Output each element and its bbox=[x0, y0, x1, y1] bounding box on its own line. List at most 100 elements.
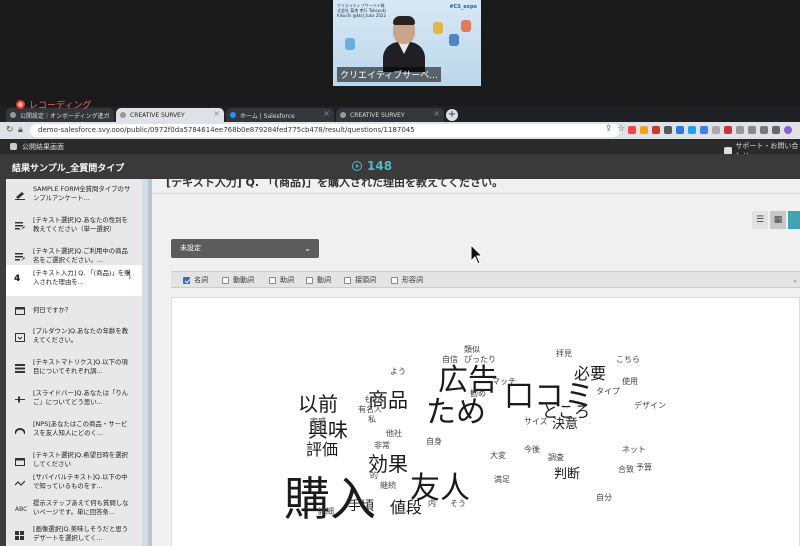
cloud-word: サイズ bbox=[524, 417, 548, 426]
video-hashtag: #CS_expo bbox=[449, 4, 477, 10]
close-tab-icon[interactable]: × bbox=[433, 109, 440, 118]
cloud-word: 今後 bbox=[524, 445, 540, 454]
sidebar-item-label: SAMPLE FORM全質問タイプのサンプルアンケート... bbox=[33, 185, 131, 202]
cloud-word: ため bbox=[426, 395, 486, 430]
checkbox[interactable] bbox=[391, 276, 398, 284]
cloud-word: 継続 bbox=[380, 481, 396, 490]
sidebar-item-label: [スライドバー]Q.あなたは「りんご」についてどう思い... bbox=[33, 389, 129, 406]
cloud-word: 非常 bbox=[374, 441, 390, 450]
sidebar-item[interactable]: [スライドバー]Q.あなたは「りんご」についてどう思い... bbox=[6, 385, 142, 416]
more-view-button[interactable] bbox=[788, 211, 800, 229]
speaker-name: クリエイティブサーベ... bbox=[337, 67, 441, 82]
cloud-word: 類似 bbox=[464, 345, 480, 354]
extension-icon[interactable] bbox=[724, 126, 732, 134]
extension-icon[interactable] bbox=[748, 126, 756, 134]
list-view-icon[interactable]: ☰ bbox=[752, 211, 768, 229]
extension-icon[interactable] bbox=[628, 126, 636, 134]
tab-label: CREATIVE SURVEY bbox=[350, 111, 405, 119]
cloud-word: 満足 bbox=[494, 475, 510, 484]
tab-label: ホーム | Salesforce bbox=[240, 112, 295, 120]
url-field[interactable]: demo-salesforce.svy.ooo/public/0972f0da5… bbox=[30, 124, 620, 137]
browser-tab[interactable]: CREATIVE SURVEY × bbox=[336, 108, 444, 122]
extension-icon[interactable] bbox=[676, 126, 684, 134]
sidebar-item[interactable]: [テキストマトリクス]Q.以下の項目についてそれぞれ調... bbox=[6, 354, 142, 385]
sidebar-item[interactable]: [テキスト選択]Q.あなたの性別を教えてください（単一選択） bbox=[6, 212, 142, 243]
profile-avatar[interactable] bbox=[784, 126, 792, 134]
results-panel: [テキスト入力] Q. 「(商品)」を購入された理由を教えてください。 ☰ ▦ … bbox=[152, 179, 800, 546]
cloud-word: 使用 bbox=[622, 377, 638, 386]
extension-icon[interactable] bbox=[772, 126, 780, 134]
reload-icon[interactable]: ↻ bbox=[6, 125, 14, 135]
public-results-label[interactable]: 公開結果画面 bbox=[22, 142, 64, 152]
extension-icon[interactable] bbox=[700, 126, 708, 134]
word-cloud: 購入 ため 口コミ 広告 友人 商品 興味 効果 以前 必要 評価 値段 手頃 … bbox=[171, 297, 800, 546]
cloud-word: 値段 bbox=[390, 498, 423, 517]
cloud-word: 拝見 bbox=[556, 349, 572, 358]
checkbox[interactable] bbox=[306, 276, 313, 284]
cloud-word: 有名人 bbox=[358, 405, 382, 414]
checkbox-checked[interactable] bbox=[183, 276, 190, 284]
close-tab-icon[interactable]: × bbox=[213, 109, 220, 118]
sidebar-item[interactable]: [プルダウン]Q.あなたの年齢を教えてください。 bbox=[6, 323, 142, 354]
sidebar-item-label: [NPS]あなたはこの商品・サービスを友人知人にどのく... bbox=[33, 420, 128, 437]
filter-particle[interactable]: 助詞 bbox=[269, 275, 294, 285]
filter-dropdown[interactable]: 未設定 ⌄ bbox=[171, 239, 319, 258]
question-sidebar: SAMPLE FORM全質問タイプのサンプルアンケート... [テキスト選択]Q… bbox=[0, 179, 152, 546]
response-count: 148 bbox=[352, 159, 392, 173]
illustration-icon bbox=[345, 38, 355, 50]
checkbox[interactable] bbox=[222, 276, 229, 284]
extension-icon[interactable] bbox=[652, 126, 660, 134]
cloud-word: 詳細 bbox=[318, 507, 334, 516]
tab-label: 公開設定｜オンボーディング進ガ bbox=[20, 112, 110, 120]
cloud-word: 広告 bbox=[438, 363, 498, 398]
sidebar-item[interactable]: [NPS]あなたはこの商品・サービスを友人知人にどのく... bbox=[6, 416, 142, 447]
divider bbox=[152, 193, 800, 194]
cloud-word: 実感 bbox=[310, 417, 326, 426]
new-tab-button[interactable]: + bbox=[446, 109, 458, 121]
extension-icon[interactable] bbox=[688, 126, 696, 134]
cloud-word: 判断 bbox=[554, 467, 581, 482]
favicon-icon bbox=[340, 112, 346, 118]
calendar-icon bbox=[15, 307, 25, 315]
extension-icon[interactable] bbox=[712, 126, 720, 134]
recording-label: レコーディング bbox=[29, 101, 92, 111]
filter-label: 接頭詞 bbox=[355, 276, 376, 284]
extension-icon[interactable] bbox=[760, 126, 768, 134]
chevron-down-icon[interactable]: ⌄ bbox=[792, 276, 798, 284]
sidebar-item[interactable]: SAMPLE FORM全質問タイプのサンプルアンケート... bbox=[6, 181, 142, 212]
question-number: 4 bbox=[14, 274, 21, 284]
browser-tab-active[interactable]: CREATIVE SURVEY × bbox=[116, 108, 224, 122]
extension-icon[interactable] bbox=[640, 126, 648, 134]
bookmark-star-icon[interactable]: ☆ bbox=[617, 124, 625, 134]
lock-icon: 🔒︎ bbox=[18, 125, 23, 135]
browser-tab[interactable]: ホーム | Salesforce × bbox=[226, 108, 334, 122]
extension-icon[interactable] bbox=[736, 126, 744, 134]
dropdown-icon bbox=[15, 333, 25, 342]
sidebar-item-label: [テキストマトリクス]Q.以下の項目についてそれぞれ調... bbox=[33, 358, 128, 375]
filter-label: 助詞 bbox=[280, 276, 294, 284]
filter-auxiliary-verb[interactable]: 動動詞 bbox=[222, 275, 254, 285]
close-tab-icon[interactable]: × bbox=[323, 109, 330, 118]
radio-list-icon bbox=[15, 222, 25, 230]
grid-view-icon[interactable]: ▦ bbox=[770, 211, 786, 229]
video-call-tile: クリエイティブサーベイ株式会社 菊地 孝行 Takayuki Kikuchi @… bbox=[333, 0, 481, 86]
part-of-speech-filters: 名詞 動動詞 助詞 動詞 接頭詞 形容詞 ⌄ bbox=[171, 271, 800, 288]
sidebar-item-label: [テキスト選択]Q.ご利用中の商品名をご選択ください。... bbox=[33, 247, 128, 264]
share-icon[interactable]: ⇪ bbox=[605, 124, 613, 134]
cloud-word: 評価 bbox=[306, 440, 339, 459]
cloud-word: もの bbox=[364, 395, 380, 404]
filter-prefix[interactable]: 接頭詞 bbox=[344, 275, 376, 285]
filter-verb[interactable]: 動詞 bbox=[306, 275, 331, 285]
filter-adjective[interactable]: 形容詞 bbox=[391, 275, 423, 285]
sidebar-item[interactable]: [画像選択]Q.美味しそうだと思うデザートを選択してく... bbox=[6, 521, 142, 546]
browser-tab-bar: 公開設定｜オンボーディング進ガ CREATIVE SURVEY × ホーム | … bbox=[0, 106, 800, 122]
filter-noun[interactable]: 名詞 bbox=[183, 275, 208, 285]
extension-icon[interactable] bbox=[664, 126, 672, 134]
cloud-word: こちら bbox=[616, 355, 640, 364]
checkbox[interactable] bbox=[344, 276, 351, 284]
sidebar-item-label: [画像選択]Q.美味しそうだと思うデザートを選択してく... bbox=[33, 525, 129, 542]
sidebar-item-active[interactable]: 4 [テキスト入力] Q. 「(商品)」を購入された理由を... › bbox=[6, 265, 142, 296]
checkbox[interactable] bbox=[269, 276, 276, 284]
illustration-icon bbox=[433, 22, 443, 34]
sidebar-item-label: 何日ですか？ bbox=[33, 306, 72, 314]
